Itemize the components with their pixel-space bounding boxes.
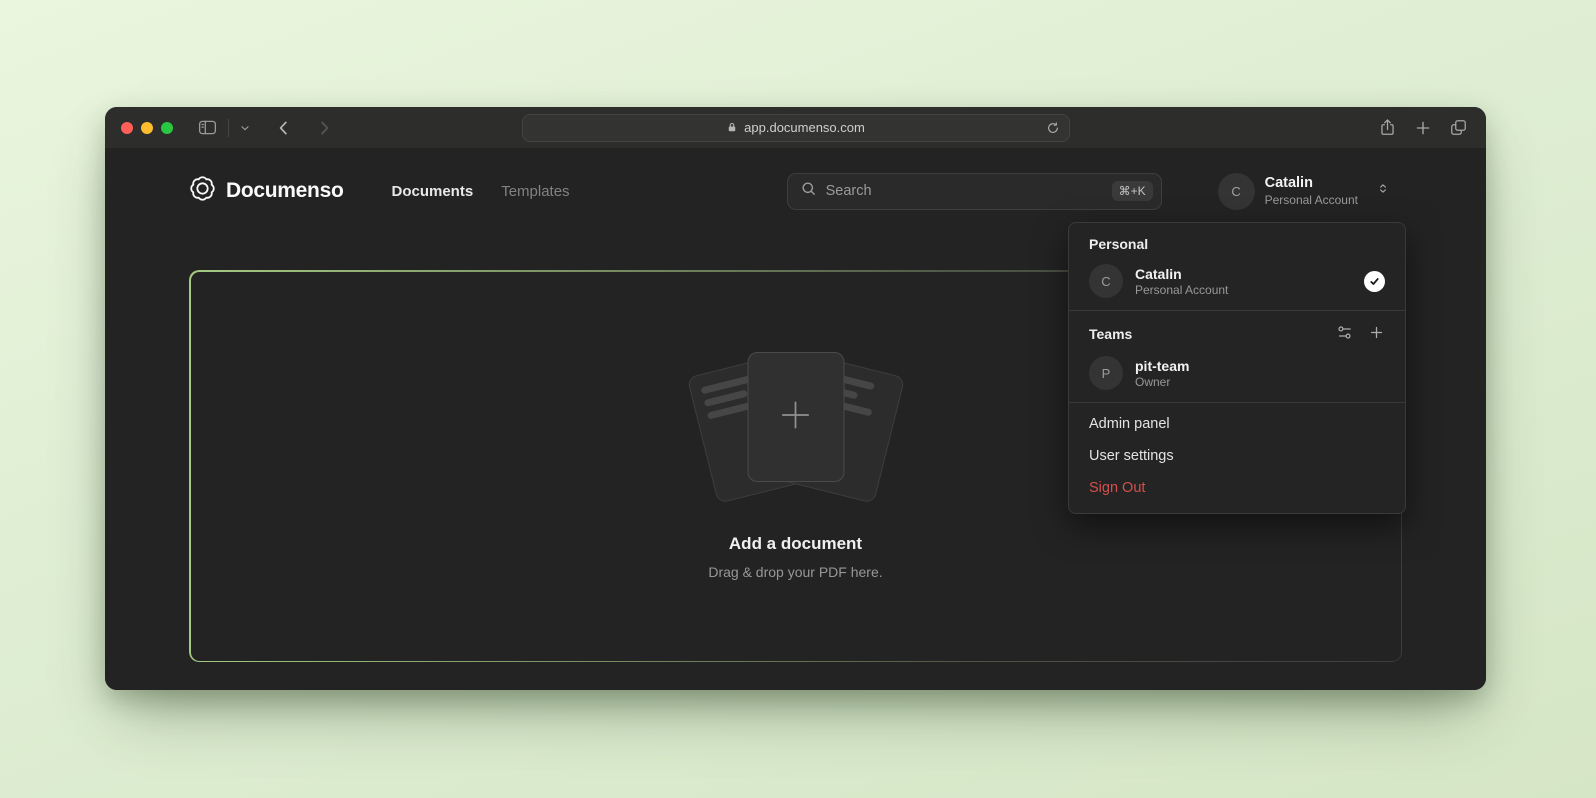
menu-item-admin-panel[interactable]: Admin panel xyxy=(1069,408,1405,440)
sidebar-toggle-icon[interactable] xyxy=(197,117,218,138)
forward-button-icon[interactable] xyxy=(315,119,333,137)
dropzone-title: Add a document xyxy=(729,534,862,554)
lock-icon xyxy=(726,121,738,134)
toolbar-divider xyxy=(228,119,229,137)
menu-item-user-settings[interactable]: User settings xyxy=(1069,440,1405,472)
account-dropdown-menu: Personal C Catalin Personal Account Team… xyxy=(1068,222,1406,514)
chevrons-up-down-icon xyxy=(1376,180,1390,202)
window-controls xyxy=(121,122,173,134)
selected-check-icon xyxy=(1364,271,1385,292)
browser-toolbar: app.documenso.com xyxy=(105,107,1486,148)
team-role: Owner xyxy=(1135,375,1189,389)
nav-item-documents[interactable]: Documents xyxy=(392,183,474,200)
tab-overview-icon[interactable] xyxy=(1449,118,1468,137)
address-bar[interactable]: app.documenso.com xyxy=(522,114,1070,142)
account-avatar: C xyxy=(1218,173,1255,210)
personal-section-label: Personal xyxy=(1069,223,1405,259)
search-box[interactable]: ⌘+K xyxy=(787,173,1162,210)
personal-account-row[interactable]: C Catalin Personal Account xyxy=(1069,259,1405,310)
brand-name: Documenso xyxy=(226,179,344,203)
account-name: Catalin xyxy=(1265,175,1358,192)
nav-item-templates[interactable]: Templates xyxy=(501,183,569,200)
document-cards-illustration xyxy=(681,352,911,502)
personal-account-subtitle: Personal Account xyxy=(1135,283,1228,297)
team-name: pit-team xyxy=(1135,357,1189,375)
menu-item-sign-out[interactable]: Sign Out xyxy=(1069,472,1405,504)
search-input[interactable] xyxy=(826,183,1103,199)
documenso-logo-icon xyxy=(189,175,216,207)
upload-plus-icon xyxy=(777,396,815,439)
back-button-icon[interactable] xyxy=(275,119,293,137)
main-nav: Documents Templates xyxy=(392,183,570,200)
account-type: Personal Account xyxy=(1265,193,1358,207)
search-icon xyxy=(800,180,817,202)
share-icon[interactable] xyxy=(1378,118,1397,137)
team-row[interactable]: P pit-team Owner xyxy=(1069,351,1405,402)
url-text: app.documenso.com xyxy=(744,120,865,135)
brand[interactable]: Documenso xyxy=(189,175,344,207)
reload-icon[interactable] xyxy=(1046,121,1060,135)
new-tab-icon[interactable] xyxy=(1414,119,1432,137)
add-team-icon[interactable] xyxy=(1368,324,1385,344)
dropzone-subtitle: Drag & drop your PDF here. xyxy=(708,564,882,580)
manage-teams-icon[interactable] xyxy=(1336,324,1353,344)
personal-account-name: Catalin xyxy=(1135,265,1228,283)
search-shortcut-badge: ⌘+K xyxy=(1112,181,1153,201)
sidebar-caret-icon[interactable] xyxy=(239,122,251,134)
document-card-center xyxy=(747,352,844,482)
zoom-window-button[interactable] xyxy=(161,122,173,134)
minimize-window-button[interactable] xyxy=(141,122,153,134)
account-menu-button[interactable]: C Catalin Personal Account xyxy=(1218,173,1390,210)
teams-section-label: Teams xyxy=(1089,326,1132,342)
team-avatar: P xyxy=(1089,356,1123,390)
personal-account-avatar: C xyxy=(1089,264,1123,298)
browser-window: app.documenso.com xyxy=(105,107,1486,690)
close-window-button[interactable] xyxy=(121,122,133,134)
